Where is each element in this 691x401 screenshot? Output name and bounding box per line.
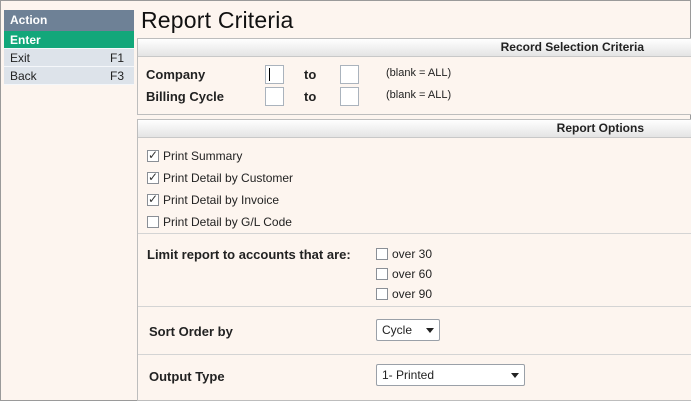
print-detail-gl-option[interactable]: Print Detail by G/L Code bbox=[147, 215, 292, 229]
print-detail-customer-option[interactable]: Print Detail by Customer bbox=[147, 170, 294, 185]
print-summary-checkbox[interactable] bbox=[147, 148, 159, 162]
print-detail-customer-checkbox[interactable] bbox=[147, 170, 159, 184]
output-type-value: 1- Printed bbox=[382, 368, 435, 382]
billing-cycle-hint: (blank = ALL) bbox=[386, 89, 452, 101]
divider bbox=[138, 354, 691, 355]
divider bbox=[138, 306, 691, 307]
record-selection-panel: Record Selection Criteria Company to (bl… bbox=[137, 38, 691, 115]
print-detail-gl-label: Print Detail by G/L Code bbox=[163, 215, 292, 229]
sidebar-item-back[interactable]: Back F3 bbox=[4, 67, 134, 85]
print-summary-option[interactable]: Print Summary bbox=[147, 148, 243, 163]
company-label: Company bbox=[146, 67, 206, 82]
over-60-label: over 60 bbox=[392, 267, 433, 281]
page-title: Report Criteria bbox=[141, 7, 294, 33]
limit-label: Limit report to accounts that are: bbox=[147, 247, 351, 262]
divider bbox=[138, 233, 691, 234]
chevron-down-icon bbox=[511, 373, 519, 378]
over-30-label: over 30 bbox=[392, 247, 433, 261]
record-selection-header: Record Selection Criteria bbox=[138, 39, 691, 57]
company-to-input[interactable] bbox=[340, 65, 359, 84]
sidebar-item-key: F3 bbox=[109, 69, 124, 83]
company-from-input[interactable] bbox=[265, 65, 284, 84]
billing-cycle-to-input[interactable] bbox=[340, 87, 359, 106]
over-60-option[interactable]: over 60 bbox=[376, 267, 432, 281]
sort-order-value: Cycle bbox=[382, 323, 413, 337]
over-30-option[interactable]: over 30 bbox=[376, 247, 432, 261]
sidebar-item-enter[interactable]: Enter bbox=[4, 31, 134, 49]
output-type-select[interactable]: 1- Printed bbox=[376, 364, 525, 386]
sidebar-item-label: Enter bbox=[10, 33, 41, 47]
print-detail-invoice-option[interactable]: Print Detail by Invoice bbox=[147, 192, 280, 207]
billing-cycle-to-label: to bbox=[304, 89, 317, 104]
output-type-label: Output Type bbox=[149, 369, 225, 384]
chevron-down-icon bbox=[426, 328, 434, 333]
sidebar-item-label: Exit bbox=[10, 51, 31, 65]
over-90-label: over 90 bbox=[392, 287, 433, 301]
sidebar-header: Action bbox=[4, 10, 134, 31]
billing-cycle-label: Billing Cycle bbox=[146, 89, 225, 104]
over-30-checkbox[interactable] bbox=[376, 248, 388, 260]
sort-order-label: Sort Order by bbox=[149, 324, 233, 339]
billing-cycle-from-input[interactable] bbox=[265, 87, 284, 106]
company-hint: (blank = ALL) bbox=[386, 67, 452, 79]
over-60-checkbox[interactable] bbox=[376, 268, 388, 280]
sidebar-item-exit[interactable]: Exit F1 bbox=[4, 49, 134, 67]
sidebar-item-label: Back bbox=[10, 69, 37, 83]
print-detail-invoice-checkbox[interactable] bbox=[147, 192, 159, 206]
over-90-option[interactable]: over 90 bbox=[376, 287, 432, 301]
action-sidebar: Action Enter Exit F1 Back F3 bbox=[4, 10, 134, 85]
report-options-panel: Report Options Print Summary Print Detai… bbox=[137, 119, 691, 401]
print-detail-customer-label: Print Detail by Customer bbox=[163, 171, 294, 185]
company-to-label: to bbox=[304, 67, 317, 82]
sidebar-item-key: F1 bbox=[109, 51, 124, 65]
print-detail-gl-checkbox[interactable] bbox=[147, 216, 159, 228]
report-options-header: Report Options bbox=[138, 120, 691, 138]
over-90-checkbox[interactable] bbox=[376, 288, 388, 300]
print-detail-invoice-label: Print Detail by Invoice bbox=[163, 193, 280, 207]
print-summary-label: Print Summary bbox=[163, 149, 243, 163]
sort-order-select[interactable]: Cycle bbox=[376, 319, 440, 341]
